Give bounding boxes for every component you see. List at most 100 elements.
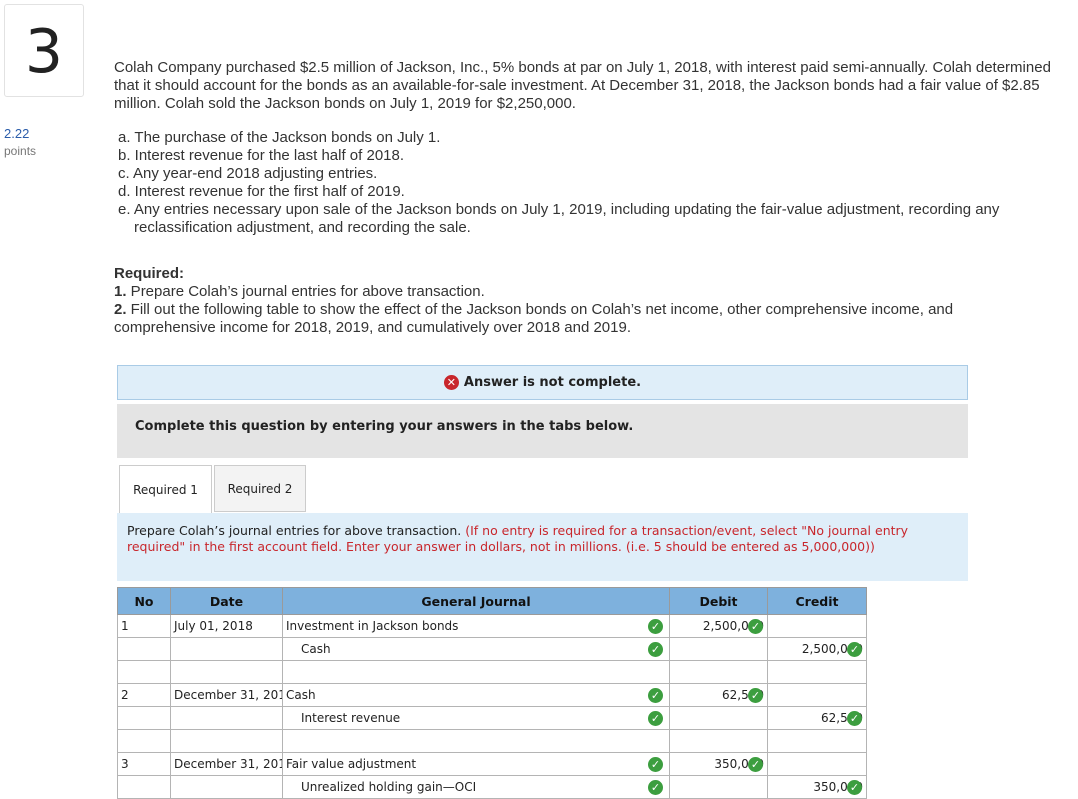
journal-header-row: No Date General Journal Debit Credit [117,587,867,615]
header-date: Date [170,587,283,615]
problem-intro: Colah Company purchased $2.5 million of … [114,59,1051,112]
status-message: Answer is not complete. [463,375,642,390]
journal-credit-cell[interactable] [767,683,867,707]
journal-date-cell[interactable] [170,729,283,753]
journal-date-cell[interactable] [170,775,283,799]
journal-no-cell-value: 3 [121,757,129,771]
journal-date-cell-value: July 01, 2018 [174,619,253,633]
journal-no-cell [117,637,171,661]
correct-check-icon: ✓ [648,757,663,772]
required-1-number: 1. [114,283,127,300]
journal-date-cell-value: December 31, 2018 [174,757,283,771]
journal-account-cell[interactable]: Investment in Jackson bonds ✓ [282,614,670,638]
journal-no-cell-value: 2 [121,688,129,702]
journal-account-cell[interactable]: Cash ✓ [282,683,670,707]
journal-date-cell[interactable] [170,637,283,661]
correct-check-icon: ✓ [648,619,663,634]
journal-row: Interest revenue ✓ 62,500 ✓ [117,706,867,730]
journal-debit-cell[interactable] [669,637,768,661]
correct-check-icon: ✓ [748,757,763,772]
header-no: No [117,587,171,615]
journal-account-cell[interactable]: Interest revenue ✓ [282,706,670,730]
journal-credit-cell[interactable] [767,752,867,776]
journal-credit-cell[interactable]: 2,500,000 ✓ [767,637,867,661]
journal-prompt: Prepare Colah’s journal entries for abov… [117,513,968,581]
journal-no-cell: 2 [117,683,171,707]
points-label: points [4,144,37,158]
journal-no-cell[interactable] [117,729,171,753]
journal-credit-cell[interactable] [767,660,867,684]
journal-date-cell[interactable] [170,706,283,730]
instruction-text: Complete this question by entering your … [135,419,634,434]
journal-no-cell-value: 1 [121,619,129,633]
tab-required-2[interactable]: Required 2 [214,465,306,512]
journal-row: 2 December 31, 2018 Cash ✓ 62,500 ✓ [117,683,867,707]
journal-credit-cell[interactable]: 62,500 ✓ [767,706,867,730]
journal-date-cell-value: December 31, 2018 [174,688,283,702]
journal-spacer-row [117,660,867,684]
required-2-number: 2. [114,301,127,318]
account-name: Interest revenue [301,711,401,725]
problem-item: a. The purchase of the Jackson bonds on … [118,129,441,146]
journal-credit-cell[interactable]: 350,000 ✓ [767,775,867,799]
problem-items: a. The purchase of the Jackson bonds on … [114,129,1054,237]
required-2: 2. Fill out the following table to show … [114,301,1054,337]
journal-date-cell[interactable]: December 31, 2018 [170,683,283,707]
journal-debit-cell[interactable]: 62,500 ✓ [669,683,768,707]
correct-check-icon: ✓ [748,619,763,634]
correct-check-icon: ✓ [648,780,663,795]
header-credit: Credit [767,587,867,615]
journal-no-cell: 1 [117,614,171,638]
correct-check-icon: ✓ [847,780,862,795]
tab-bar: Required 1 Required 2 [117,465,968,514]
journal-credit-cell[interactable] [767,729,867,753]
journal-debit-cell[interactable] [669,706,768,730]
journal-date-cell[interactable]: December 31, 2018 [170,752,283,776]
points-value: 2.22 [4,126,30,141]
account-name: Investment in Jackson bonds [286,619,459,633]
journal-debit-cell[interactable]: 350,000 ✓ [669,752,768,776]
header-general-journal: General Journal [282,587,670,615]
tab-required-1[interactable]: Required 1 [119,465,212,514]
header-debit: Debit [669,587,768,615]
journal-debit-cell[interactable] [669,775,768,799]
journal-debit-cell[interactable]: 2,500,000 ✓ [669,614,768,638]
journal-row: 3 December 31, 2018 Fair value adjustment ✓… [117,752,867,776]
question-number: 3 [24,17,64,87]
correct-check-icon: ✓ [748,688,763,703]
journal-spacer-row [117,729,867,753]
journal-table: No Date General Journal Debit Credit 1 Ju… [117,587,867,799]
journal-row: Cash ✓ 2,500,000 ✓ [117,637,867,661]
journal-no-cell: 3 [117,752,171,776]
journal-date-cell[interactable] [170,660,283,684]
account-name: Cash [286,688,316,702]
question-number-box: 3 [4,4,84,97]
problem-item: c. Any year-end 2018 adjusting entries. [118,165,378,182]
account-name: Cash [301,642,331,656]
correct-check-icon: ✓ [847,711,862,726]
journal-account-cell[interactable]: Cash ✓ [282,637,670,661]
required-1: 1. Prepare Colah’s journal entries for a… [114,283,1054,301]
correct-check-icon: ✓ [648,688,663,703]
journal-debit-cell[interactable] [669,729,768,753]
required-section: Required: 1. Prepare Colah’s journal ent… [114,265,1054,337]
journal-account-cell[interactable] [282,660,670,684]
journal-row: 1 July 01, 2018 Investment in Jackson bond… [117,614,867,638]
correct-check-icon: ✓ [847,642,862,657]
problem-item: e. Any entries necessary upon sale of th… [118,201,1000,236]
journal-account-cell[interactable]: Unrealized holding gain—OCI ✓ [282,775,670,799]
journal-debit-cell[interactable] [669,660,768,684]
required-title: Required: [114,265,185,282]
required-2-text: Fill out the following table to show the… [114,301,954,336]
problem-text: Colah Company purchased $2.5 million of … [114,59,1054,337]
journal-date-cell[interactable]: July 01, 2018 [170,614,283,638]
journal-no-cell[interactable] [117,660,171,684]
journal-no-cell [117,706,171,730]
account-name: Unrealized holding gain—OCI [301,780,477,794]
journal-account-cell[interactable] [282,729,670,753]
journal-account-cell[interactable]: Fair value adjustment ✓ [282,752,670,776]
correct-check-icon: ✓ [648,711,663,726]
journal-credit-cell[interactable] [767,614,867,638]
account-name: Fair value adjustment [286,757,417,771]
journal-row: Unrealized holding gain—OCI ✓ 350,000 ✓ [117,775,867,799]
